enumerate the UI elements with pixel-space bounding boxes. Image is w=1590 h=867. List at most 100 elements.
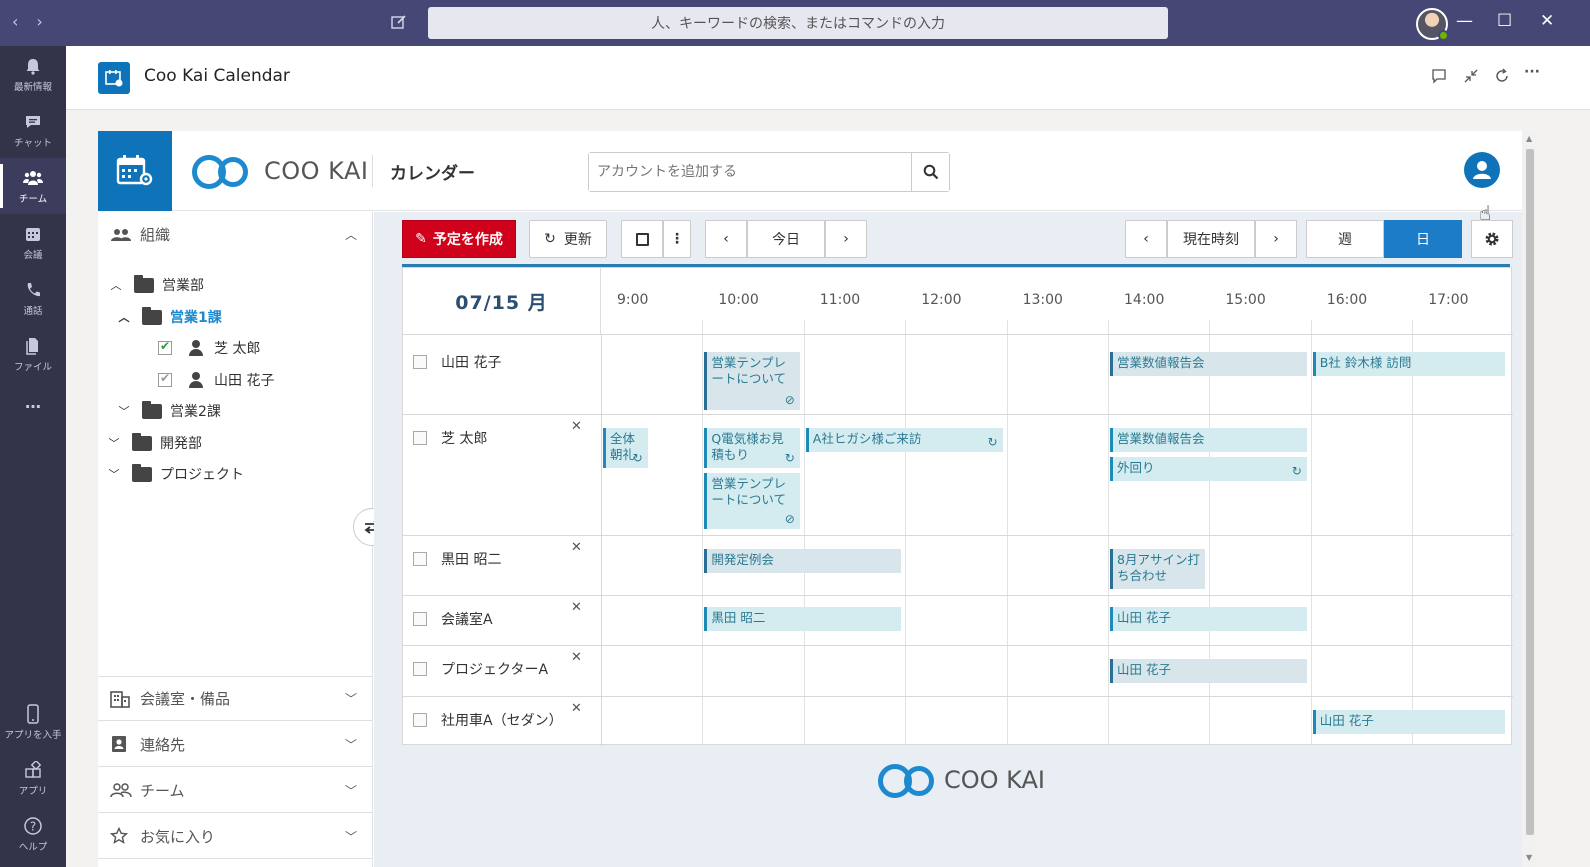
tree-item-dev-dept[interactable]: ﹀ 開発部 <box>106 429 202 457</box>
event-title: 8月アサイン打ち合わせ <box>1117 552 1200 583</box>
row-checkbox[interactable] <box>413 713 427 727</box>
hour-label: 9:00 <box>617 292 649 308</box>
chat-icon <box>23 112 43 132</box>
prev-time-button[interactable]: ‹ <box>1125 220 1167 258</box>
forward-arrow-icon[interactable]: › <box>36 12 42 31</box>
next-day-button[interactable]: › <box>825 220 867 258</box>
row-divider <box>403 414 1513 415</box>
svg-text:?: ? <box>30 819 36 833</box>
user-account-button[interactable] <box>1464 152 1500 188</box>
event-title: 営業数値報告会 <box>1117 431 1205 446</box>
calendar-event[interactable]: 営業テンプレートについて ⊘ <box>704 352 800 410</box>
chevron-down-icon[interactable]: ﹀ <box>116 403 132 419</box>
rail-item-chat[interactable]: チャット <box>0 102 66 158</box>
maximize-button[interactable]: ☐ <box>1497 11 1512 31</box>
calendar-event[interactable]: 黒田 昭二 <box>704 607 902 631</box>
scroll-up-icon[interactable]: ▲ <box>1526 134 1532 143</box>
rail-item-files[interactable]: ファイル <box>0 326 66 382</box>
rooms-section-header[interactable]: 会議室・備品 ﹀ <box>98 676 373 721</box>
rail-item-more[interactable]: … <box>0 376 66 426</box>
add-account-input[interactable] <box>589 153 911 191</box>
calendar-event[interactable]: 8月アサイン打ち合わせ <box>1110 549 1206 589</box>
rail-item-meetings[interactable]: 会議 <box>0 214 66 270</box>
minimize-button[interactable]: — <box>1456 11 1473 31</box>
tree-item-project[interactable]: ﹀ プロジェクト <box>106 460 244 488</box>
chevron-up-icon: ︿ <box>344 228 357 242</box>
scroll-thumb[interactable] <box>1526 149 1534 835</box>
user-avatar[interactable] <box>1416 8 1449 41</box>
calendar-event[interactable]: 全体朝礼 ↻ <box>603 428 648 468</box>
rail-item-apps[interactable]: アプリ <box>0 750 66 806</box>
calendar-event[interactable]: B社 鈴木様 訪問 <box>1312 352 1505 376</box>
calendar-event[interactable]: 外回り ↻ <box>1110 457 1307 481</box>
close-window-button[interactable]: ✕ <box>1540 11 1554 31</box>
tree-item-person[interactable]: 芝 太郎 <box>158 334 260 362</box>
favorites-section-header[interactable]: お気に入り ﹀ <box>98 814 373 859</box>
rail-item-help[interactable]: ? ヘルプ <box>0 806 66 862</box>
calendar-event[interactable]: 山田 花子 <box>1110 607 1307 631</box>
rail-item-get-apps[interactable]: アプリを入手 <box>0 694 66 750</box>
calendar-event[interactable]: 営業テンプレートについて ⊘ <box>704 473 800 529</box>
settings-button[interactable] <box>1471 220 1513 258</box>
calendar-event[interactable]: 開発定例会 <box>704 549 902 573</box>
tree-item-sales-1[interactable]: ︿ 営業1課 <box>116 303 222 331</box>
frame-scrollbar[interactable]: ▲ ▼ <box>1522 131 1538 867</box>
pencil-icon: ✎ <box>415 231 427 247</box>
next-time-button[interactable]: › <box>1255 220 1297 258</box>
teams-search-input[interactable]: 人、キーワードの検索、またはコマンドの入力 <box>428 7 1168 39</box>
team-section-header[interactable]: チーム ﹀ <box>98 768 373 813</box>
refresh-button[interactable]: ↻ 更新 <box>529 220 607 258</box>
event-title: Q電気様お見積もり <box>711 431 784 462</box>
remove-row-icon[interactable]: ✕ <box>571 600 582 615</box>
row-checkbox[interactable] <box>413 662 427 676</box>
chevron-up-icon[interactable]: ︿ <box>116 309 132 325</box>
rail-item-calls[interactable]: 通話 <box>0 270 66 326</box>
chevron-down-icon[interactable]: ﹀ <box>106 466 122 482</box>
hour-divider <box>1108 320 1109 746</box>
collapse-icon[interactable] <box>1463 68 1479 88</box>
calendar-event[interactable]: 営業数値報告会 <box>1110 352 1307 376</box>
tree-item-sales-2[interactable]: ﹀ 営業2課 <box>116 397 221 425</box>
row-checkbox[interactable] <box>413 552 427 566</box>
current-time-button[interactable]: 現在時刻 <box>1167 220 1255 258</box>
tree-item-sales-dept[interactable]: ︿ 営業部 <box>108 271 204 299</box>
contacts-section-header[interactable]: 連絡先 ﹀ <box>98 722 373 767</box>
rail-item-activity[interactable]: 最新情報 <box>0 46 66 102</box>
select-mode-button[interactable] <box>621 220 663 258</box>
org-section-header[interactable]: 組織 ︿ <box>98 212 373 257</box>
row-name: 社用車A（セダン） <box>441 713 563 729</box>
account-search-button[interactable] <box>911 153 949 191</box>
today-button[interactable]: 今日 <box>747 220 825 258</box>
calendar-event[interactable]: 営業数値報告会 <box>1110 428 1307 452</box>
remove-row-icon[interactable]: ✕ <box>571 650 582 665</box>
create-event-button[interactable]: ✎ 予定を作成 <box>402 220 516 258</box>
app-header: Coo Kai Calendar ··· <box>66 46 1590 110</box>
more-options-icon[interactable]: ··· <box>1524 64 1540 80</box>
row-checkbox[interactable] <box>413 612 427 626</box>
calendar-event[interactable]: A社ヒガシ様ご来訪 ↻ <box>805 428 1003 452</box>
remove-row-icon[interactable]: ✕ <box>571 540 582 555</box>
week-view-button[interactable]: 週 <box>1306 220 1384 258</box>
chevron-down-icon[interactable]: ﹀ <box>106 435 122 451</box>
calendar-event[interactable]: Q電気様お見積もり ↻ <box>704 428 800 468</box>
hand-cursor-icon: ☝ <box>1479 201 1492 225</box>
calendar-event[interactable]: 山田 花子 <box>1312 710 1505 734</box>
row-checkbox[interactable] <box>413 355 427 369</box>
day-view-button[interactable]: 日 <box>1384 220 1462 258</box>
prev-day-button[interactable]: ‹ <box>705 220 747 258</box>
member-checkbox[interactable] <box>158 339 172 355</box>
row-checkbox[interactable] <box>413 431 427 445</box>
remove-row-icon[interactable]: ✕ <box>571 701 582 716</box>
conversation-icon[interactable] <box>1431 68 1447 88</box>
reload-icon[interactable] <box>1494 68 1510 88</box>
menu-button[interactable]: ⋮ <box>663 220 691 258</box>
member-checkbox[interactable] <box>158 371 172 387</box>
rail-item-teams[interactable]: チーム <box>0 158 66 214</box>
remove-row-icon[interactable]: ✕ <box>571 419 582 434</box>
scroll-down-icon[interactable]: ▼ <box>1526 853 1532 862</box>
calendar-event[interactable]: 山田 花子 <box>1110 659 1307 683</box>
chevron-up-icon[interactable]: ︿ <box>108 277 124 293</box>
compose-icon[interactable] <box>390 13 410 33</box>
back-arrow-icon[interactable]: ‹ <box>12 12 18 31</box>
tree-item-person[interactable]: 山田 花子 <box>158 366 274 394</box>
